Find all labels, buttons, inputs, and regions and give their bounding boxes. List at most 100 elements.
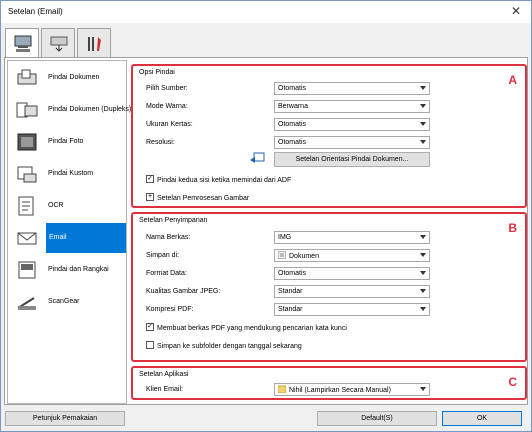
save-in-select[interactable]: Dokumen [274,249,430,262]
tab-scan-from-panel[interactable] [41,28,75,58]
section-header: Setelan Aplikasi [139,371,189,378]
filename-input[interactable]: IMG [274,231,430,244]
sidebar-item-scangear[interactable]: ScanGear [8,287,126,317]
email-client-label: Klien Email: [146,386,183,393]
folder-icon [277,385,287,394]
select-value: Nihil (Lampirkan Secara Manual) [289,387,391,394]
chevron-down-icon [420,307,426,311]
content-area: Pindai Dokumen Pindai Dokumen (Dupleks) … [4,57,528,405]
app-settings-section: Setelan Aplikasi C Klien Email: Nihil (L… [131,366,527,400]
ocr-icon [18,196,34,216]
sidebar-item-photo-scan[interactable]: Pindai Foto [8,127,126,157]
chevron-down-icon [420,122,426,126]
section-header: Opsi Pindai [139,69,175,76]
email-client-select[interactable]: Nihil (Lampirkan Secara Manual) [274,383,430,396]
tools-icon [88,37,101,51]
settings-panel: Opsi Pindai A Pilih Sumber: Otomatis Mod… [131,60,527,404]
close-icon[interactable]: ✕ [507,3,525,19]
tab-scan-from-computer[interactable] [5,28,39,59]
plus-icon[interactable]: + [146,193,154,201]
sidebar-item-label: Pindai Kustom [48,170,94,177]
sidebar-item-label: Pindai Foto [48,138,84,145]
sidebar: Pindai Dokumen Pindai Dokumen (Dupleks) … [7,60,131,404]
select-value: Standar [278,306,303,313]
section-letter: B [508,221,517,235]
pdf-compression-select[interactable]: Standar [274,303,430,316]
duplex-scan-icon [16,102,38,118]
sidebar-item-label: Email [46,223,126,253]
pdf-compression-label: Kompresi PDF: [146,306,194,313]
photo-scan-icon [17,133,37,151]
document-folder-icon [277,250,287,260]
chevron-down-icon [420,104,426,108]
select-value: Standar [278,288,303,295]
sidebar-item-label: Pindai Dokumen (Dupleks) [48,106,132,113]
select-value: Berwarna [278,103,308,110]
sidebar-item-stitch[interactable]: Pindai dan Rangkai [8,255,126,285]
ok-button[interactable]: OK [442,411,522,426]
window-title: Setelan (Email) [8,7,63,16]
select-value: Dokumen [289,253,319,260]
color-mode-select[interactable]: Berwarna [274,100,430,113]
checkbox-label: Simpan ke subfolder dengan tanggal sekar… [157,342,302,350]
scan-from-panel-icon [50,36,68,52]
chevron-down-icon [420,140,426,144]
jpeg-quality-select[interactable]: Standar [274,285,430,298]
data-format-select[interactable]: Otomatis [274,267,430,280]
sidebar-item-custom-scan[interactable]: Pindai Kustom [8,159,126,189]
settings-window: Setelan (Email) ✕ Pindai Dokumen Pindai … [0,0,532,432]
checkbox-box[interactable]: ✓ [146,175,154,183]
subfolder-checkbox[interactable]: Simpan ke subfolder dengan tanggal sekar… [146,341,302,350]
select-value: Otomatis [278,139,307,146]
source-select[interactable]: Otomatis [274,82,430,95]
sidebar-item-ocr[interactable]: OCR [8,191,126,221]
paper-size-label: Ukuran Kertas: [146,121,193,128]
sidebar-item-label: Pindai Dokumen [48,74,100,81]
select-value: Otomatis [278,270,307,277]
orientation-settings-button[interactable]: Setelan Orientasi Pindai Dokumen... [274,152,430,167]
select-value: Otomatis [278,85,307,92]
default-button[interactable]: Default(S) [317,411,437,426]
image-processing-expander[interactable]: + Setelan Pemrosesan Gambar [146,193,249,202]
jpeg-quality-label: Kualitas Gambar JPEG: [146,288,221,295]
stitch-icon [18,261,36,279]
section-header: Setelan Penyimpanan [139,217,208,224]
keyword-pdf-checkbox[interactable]: ✓ Membuat berkas PDF yang mendukung penca… [146,323,347,332]
chevron-down-icon [420,271,426,275]
chevron-down-icon [420,387,426,391]
sidebar-item-label: Pindai dan Rangkai [48,266,109,273]
tab-bar [1,23,531,59]
checkbox-box[interactable]: ✓ [146,323,154,331]
chevron-down-icon [420,253,426,257]
title-bar: Setelan (Email) ✕ [1,1,531,23]
scan-options-section: Opsi Pindai A Pilih Sumber: Otomatis Mod… [131,64,527,208]
checkbox-label: Membuat berkas PDF yang mendukung pencar… [157,324,347,332]
document-scan-icon [17,69,37,85]
chevron-down-icon [420,235,426,239]
save-settings-section: Setelan Penyimpanan B Nama Berkas: IMG S… [131,212,527,362]
sidebar-item-label: OCR [48,202,64,209]
resolution-select[interactable]: Otomatis [274,136,430,149]
filename-label: Nama Berkas: [146,234,191,241]
duplex-adf-checkbox[interactable]: ✓ Pindai kedua sisi ketika memindai dari … [146,175,291,184]
resolution-label: Resolusi: [146,139,175,146]
section-letter: A [508,73,517,87]
help-button[interactable]: Petunjuk Pemakaian [5,411,125,426]
paper-size-select[interactable]: Otomatis [274,118,430,131]
tab-tools[interactable] [77,28,111,58]
orientation-icon [250,152,265,163]
sidebar-item-duplex-scan[interactable]: Pindai Dokumen (Dupleks) [8,95,131,125]
email-icon [17,232,37,245]
source-label: Pilih Sumber: [146,85,188,92]
sidebar-item-email[interactable]: Email [8,223,126,253]
section-letter: C [508,375,517,389]
checkbox-box[interactable] [146,341,154,349]
chevron-down-icon [420,86,426,90]
custom-scan-icon [17,166,37,183]
color-mode-label: Mode Warna: [146,103,188,110]
input-value: IMG [278,234,292,241]
scan-from-computer-icon [14,35,32,52]
sidebar-item-label: ScanGear [48,298,80,305]
sidebar-item-document-scan[interactable]: Pindai Dokumen [8,63,126,93]
save-in-label: Simpan di: [146,252,180,259]
